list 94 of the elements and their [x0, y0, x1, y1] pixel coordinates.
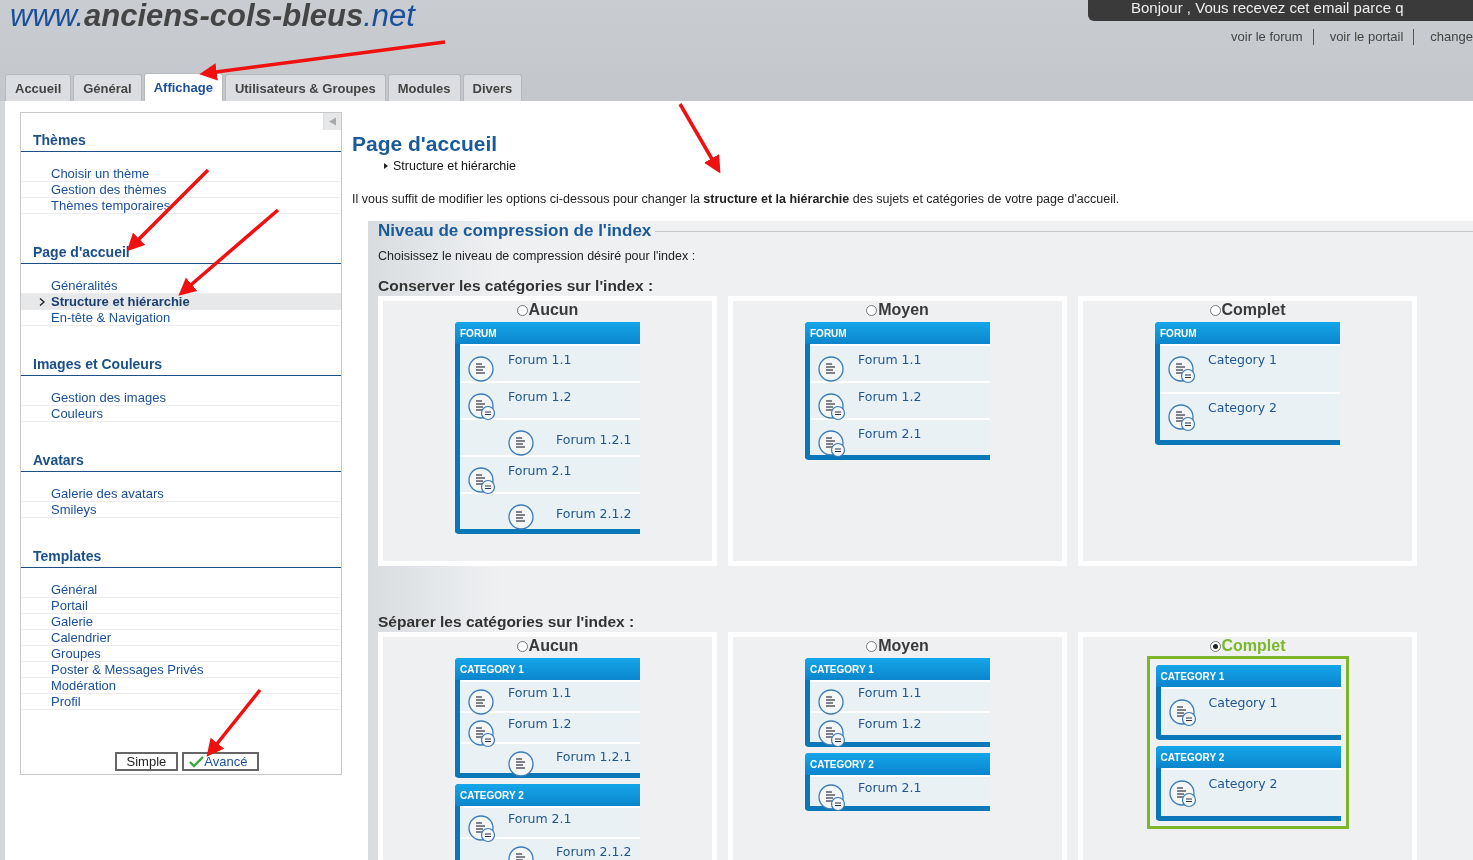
forum-title: Forum 1.2.1	[556, 749, 632, 764]
radio-button[interactable]	[1209, 304, 1221, 316]
annotation-arrow	[678, 103, 721, 174]
sidebar-item[interactable]: Général	[21, 582, 341, 598]
fieldset-hint: Choisissez le niveau de compression désiré pour l'index :	[378, 249, 697, 263]
forum-title: Forum 1.2	[508, 389, 572, 404]
notice-banner: Bonjour , Vous recevez cet email parce q	[1088, 0, 1473, 21]
option-label[interactable]: Moyen	[866, 637, 929, 655]
nav-tab[interactable]: Affichage	[143, 73, 223, 101]
sidebar-heading: Images et Couleurs	[21, 356, 341, 376]
forum-title: Category 2	[1208, 776, 1278, 791]
forum-title: Category 1	[1208, 695, 1278, 710]
check-icon	[189, 755, 205, 768]
option-label[interactable]: Complet	[1209, 301, 1286, 319]
sidebar-item[interactable]: Groupes	[21, 646, 341, 662]
option-panel[interactable]: Moyen FORUM Forum 1.1 Forum 1.2 Forum 2.1	[728, 296, 1067, 566]
sidebar-item[interactable]: Thèmes temporaires	[21, 198, 341, 214]
forum-title: Forum 2.1	[858, 426, 922, 441]
mode-button[interactable]: Simple	[114, 752, 179, 771]
breadcrumb: Structure et hiérarchie	[393, 159, 516, 173]
option-panel[interactable]: Complet CATEGORY 1 Category 1 CATEGORY 2 Category 2	[1078, 632, 1417, 860]
fieldset-legend: Niveau de compression de l'index	[378, 221, 656, 241]
option-panel[interactable]: Aucun CATEGORY 1 Forum 1.1 Forum 1.2 Forum 1.2.1 CATEGORY 2 Forum 2.1 Forum 2.1.2	[378, 632, 717, 860]
bullet-icon	[384, 163, 388, 169]
forum-title: Forum 1.1	[858, 685, 922, 700]
sidebar-item[interactable]: Profil	[21, 694, 341, 710]
forum-title: Forum 2.1	[508, 811, 572, 826]
forum-title: Forum 1.1	[858, 352, 922, 367]
forum-title: Forum 2.1.2	[556, 844, 632, 859]
preview-header: CATEGORY 1	[455, 658, 640, 680]
forum-title: Forum 1.2.1	[556, 432, 632, 447]
radio-button[interactable]	[516, 640, 528, 652]
preview-header: FORUM	[455, 322, 640, 344]
sidebar-item[interactable]: Calendrier	[21, 630, 341, 646]
header-link[interactable]: voir le forum	[1231, 29, 1314, 45]
sidebar-heading: Templates	[21, 548, 341, 568]
forum-title: Forum 1.1	[508, 685, 572, 700]
option-label[interactable]: Moyen	[866, 301, 929, 319]
forum-title: Forum 1.1	[508, 352, 572, 367]
sidebar-item[interactable]: En-tête & Navigation	[21, 310, 341, 326]
sidebar-item[interactable]: Gestion des thèmes	[21, 182, 341, 198]
nav-tab[interactable]: Accueil	[5, 74, 72, 101]
radio-button[interactable]	[866, 640, 878, 652]
preview-header: CATEGORY 2	[805, 753, 990, 775]
sidebar-heading: Avatars	[21, 452, 341, 472]
option-label[interactable]: Aucun	[516, 637, 579, 655]
option-panel[interactable]: Aucun FORUM Forum 1.1 Forum 1.2 Forum 1.2.1 Forum 2.1 Forum 2.1.2	[378, 296, 717, 566]
header-link[interactable]: change	[1414, 29, 1473, 45]
sidebar-item[interactable]: Portail	[21, 598, 341, 614]
collapse-icon	[328, 117, 337, 126]
forum-title: Forum 1.2	[858, 389, 922, 404]
forum-title: Category 1	[1208, 352, 1278, 367]
page-title: Page d'accueil	[352, 131, 499, 157]
page-description: Il vous suffit de modifier les options ci-dessous pour changer la structure et la hiérarchie des sujets et catégories de votre page d'accueil.	[352, 192, 1121, 206]
nav-tab[interactable]: Modules	[387, 74, 461, 101]
forum-title: Forum 2.1.2	[556, 506, 632, 521]
preview-header: CATEGORY 2	[1155, 746, 1341, 768]
preview-header: FORUM	[805, 322, 990, 344]
option-panel[interactable]: Complet FORUM Category 1 Category 2	[1078, 296, 1417, 566]
forum-title: Forum 2.1	[858, 780, 922, 795]
sidebar-item[interactable]: Smileys	[21, 502, 341, 518]
forum-title: Forum 1.2	[508, 716, 572, 731]
sidebar-item[interactable]: Modération	[21, 678, 341, 694]
option-panel[interactable]: Moyen CATEGORY 1 Forum 1.1 Forum 1.2 CATEGORY 2 Forum 2.1	[728, 632, 1067, 860]
preview-header: CATEGORY 1	[1155, 665, 1341, 687]
section-title: Séparer les catégories sur l'index :	[378, 613, 636, 631]
preview-header: CATEGORY 2	[455, 784, 640, 806]
sidebar-item[interactable]: Couleurs	[21, 406, 341, 422]
radio-button[interactable]	[866, 304, 878, 316]
forum-title: Forum 1.2	[858, 716, 922, 731]
sidebar-heading: Page d'accueil	[21, 244, 341, 264]
preview-header: FORUM	[1155, 322, 1340, 344]
header-link[interactable]: voir le portail	[1313, 29, 1415, 45]
radio-button[interactable]	[1209, 640, 1221, 652]
nav-tab[interactable]: Utilisateurs & Groupes	[224, 74, 386, 101]
section-title: Conserver les catégories sur l'index :	[378, 277, 655, 295]
forum-title: Category 2	[1208, 400, 1278, 415]
chevron-icon	[39, 298, 45, 306]
radio-button[interactable]	[516, 304, 528, 316]
nav-tab[interactable]: Général	[73, 74, 142, 101]
sidebar-item[interactable]: Gestion des images	[21, 390, 341, 406]
sidebar-heading: Thèmes	[21, 132, 341, 152]
annotation-arrow	[206, 688, 262, 757]
preview-header: CATEGORY 1	[805, 658, 990, 680]
site-logo[interactable]: www.anciens-cols-bleus.net	[0, 0, 415, 73]
sidebar-item[interactable]: Poster & Messages Privés	[21, 662, 341, 678]
option-label[interactable]: Aucun	[516, 301, 579, 319]
sidebar-item[interactable]: Structure et hiérarchie	[21, 294, 341, 310]
sidebar-item[interactable]: Galerie des avatars	[21, 486, 341, 502]
forum-title: Forum 2.1	[508, 463, 572, 478]
mode-button[interactable]: Avancé	[182, 752, 260, 771]
sidebar-item[interactable]: Choisir un thème	[21, 166, 341, 182]
sidebar-item[interactable]: Galerie	[21, 614, 341, 630]
nav-tab[interactable]: Divers	[462, 74, 523, 101]
